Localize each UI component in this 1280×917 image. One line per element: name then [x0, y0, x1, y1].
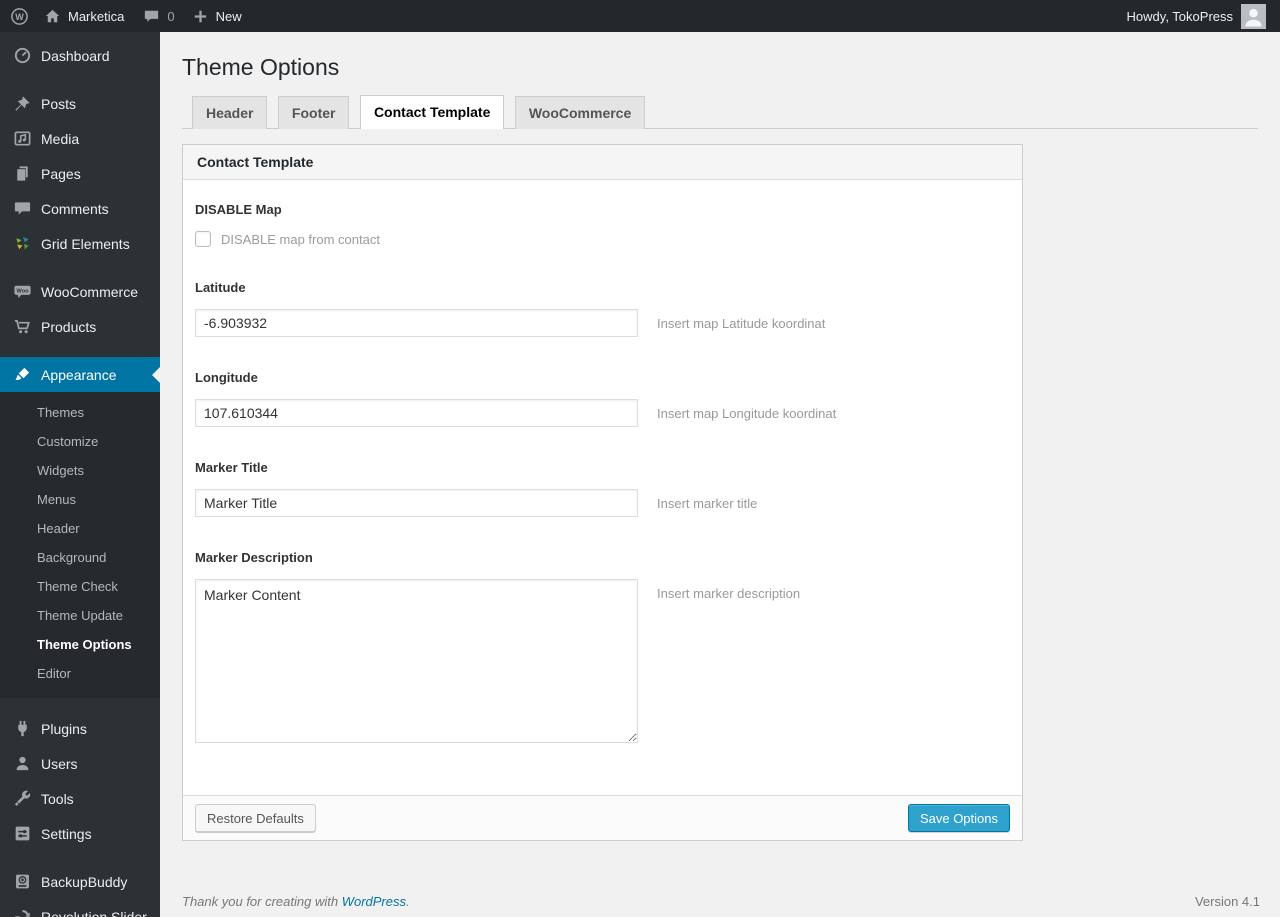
tab-bar: Header Footer Contact Template WooCommer…: [182, 95, 1258, 129]
new-button[interactable]: New: [191, 7, 242, 26]
contact-template-panel: Contact Template DISABLE Map DISABLE map…: [182, 144, 1023, 841]
submenu-item-customize[interactable]: Customize: [0, 427, 160, 456]
submenu-item-editor[interactable]: Editor: [0, 659, 160, 688]
appearance-submenu: Themes Customize Widgets Menus Header Ba…: [0, 392, 160, 698]
appearance-brush-icon: [13, 365, 32, 384]
footer-thanks: Thank you for creating with WordPress.: [182, 894, 410, 909]
site-name: Marketica: [68, 8, 125, 24]
marker-description-description: Insert marker description: [657, 586, 801, 601]
disable-map-checkbox[interactable]: [195, 231, 211, 247]
marker-title-label: Marker Title: [195, 460, 268, 475]
latitude-label: Latitude: [195, 280, 246, 295]
tab-footer[interactable]: Footer: [277, 96, 350, 129]
panel-footer: Restore Defaults Save Options: [183, 795, 1022, 840]
circular-arrows-icon: [13, 907, 32, 917]
sidebar-item-grid-elements[interactable]: Grid Elements: [0, 226, 160, 261]
sidebar-item-dashboard[interactable]: Dashboard: [0, 32, 160, 73]
field-marker-title: Marker Title Insert marker title: [195, 460, 1010, 517]
sidebar-item-users[interactable]: Users: [0, 746, 160, 781]
submenu-item-header[interactable]: Header: [0, 514, 160, 543]
save-options-button[interactable]: Save Options: [907, 804, 1010, 832]
dashboard-icon: [13, 46, 32, 65]
sidebar-item-products[interactable]: Products: [0, 309, 160, 344]
user-icon: [13, 754, 32, 773]
wordpress-logo-icon: W: [10, 7, 29, 26]
sidebar-item-plugins[interactable]: Plugins: [0, 711, 160, 746]
sidebar-item-media[interactable]: Media: [0, 121, 160, 156]
longitude-label: Longitude: [195, 370, 258, 385]
wrench-icon: [13, 789, 32, 808]
latitude-input[interactable]: [195, 309, 638, 337]
svg-text:W: W: [15, 12, 24, 22]
panel-body: DISABLE Map DISABLE map from contact Lat…: [183, 180, 1022, 795]
sidebar-item-tools[interactable]: Tools: [0, 781, 160, 816]
woocommerce-icon: Woo: [13, 282, 32, 301]
disable-map-checkbox-label: DISABLE map from contact: [221, 231, 380, 247]
submenu-item-theme-options[interactable]: Theme Options: [0, 630, 160, 659]
tab-header[interactable]: Header: [192, 96, 268, 129]
admin-sidebar: Dashboard Posts Media Pages Comments Gri…: [0, 32, 160, 917]
plus-icon: [191, 7, 210, 26]
comment-bubble-icon: [142, 7, 161, 26]
svg-text:Woo: Woo: [16, 288, 29, 294]
pushpin-icon: [13, 94, 32, 113]
sliders-icon: [13, 824, 32, 843]
restore-defaults-button[interactable]: Restore Defaults: [195, 804, 316, 832]
field-longitude: Longitude Insert map Longitude koordinat: [195, 370, 1010, 427]
comments-indicator[interactable]: 0: [142, 7, 175, 26]
marker-description-label: Marker Description: [195, 550, 313, 565]
longitude-description: Insert map Longitude koordinat: [657, 406, 837, 421]
sidebar-item-backupbuddy[interactable]: BackupBuddy: [0, 864, 160, 899]
disable-map-label: DISABLE Map: [195, 202, 282, 217]
marker-description-textarea[interactable]: Marker Content: [195, 579, 638, 743]
comments-icon: [13, 199, 32, 218]
version-text: Version 4.1: [1194, 894, 1260, 909]
marker-title-description: Insert marker title: [657, 496, 758, 511]
new-label: New: [215, 8, 242, 24]
disable-map-checkbox-row: DISABLE map from contact: [195, 231, 1010, 247]
howdy-text: Howdy, TokoPress: [1126, 8, 1233, 24]
submenu-item-theme-update[interactable]: Theme Update: [0, 601, 160, 630]
submenu-item-widgets[interactable]: Widgets: [0, 456, 160, 485]
sidebar-item-comments[interactable]: Comments: [0, 191, 160, 226]
grid-elements-icon: [13, 234, 32, 253]
main-content: Theme Options Header Footer Contact Temp…: [160, 32, 1280, 917]
submenu-item-background[interactable]: Background: [0, 543, 160, 572]
sidebar-item-pages[interactable]: Pages: [0, 156, 160, 191]
backup-disk-icon: [13, 872, 32, 891]
field-latitude: Latitude Insert map Latitude koordinat: [195, 280, 1010, 337]
wordpress-link[interactable]: WordPress: [342, 894, 406, 909]
sidebar-item-woocommerce[interactable]: Woo WooCommerce: [0, 274, 160, 309]
latitude-description: Insert map Latitude koordinat: [657, 316, 826, 331]
field-disable-map: DISABLE Map DISABLE map from contact: [195, 202, 1010, 247]
panel-title: Contact Template: [183, 145, 1022, 180]
cart-icon: [13, 317, 32, 336]
site-name-link[interactable]: Marketica: [43, 7, 124, 26]
sidebar-item-settings[interactable]: Settings: [0, 816, 160, 851]
submenu-item-menus[interactable]: Menus: [0, 485, 160, 514]
field-marker-description: Marker Description Marker Content Insert…: [195, 550, 1010, 743]
pages-icon: [13, 164, 32, 183]
sidebar-item-appearance[interactable]: Appearance: [0, 357, 160, 392]
plug-icon: [13, 719, 32, 738]
longitude-input[interactable]: [195, 399, 638, 427]
submenu-item-themes[interactable]: Themes: [0, 398, 160, 427]
wordpress-menu[interactable]: W: [10, 7, 29, 26]
submenu-item-theme-check[interactable]: Theme Check: [0, 572, 160, 601]
sidebar-item-posts[interactable]: Posts: [0, 86, 160, 121]
tab-contact-template[interactable]: Contact Template: [359, 95, 505, 129]
home-icon: [43, 7, 62, 26]
avatar: [1241, 3, 1266, 29]
page-footer: Thank you for creating with WordPress. V…: [182, 894, 1260, 909]
marker-title-input[interactable]: [195, 489, 638, 517]
admin-bar: W Marketica 0 New Howdy, TokoPress: [0, 0, 1280, 32]
comment-count: 0: [167, 8, 175, 24]
tab-woocommerce[interactable]: WooCommerce: [514, 96, 646, 129]
sidebar-item-revolution-slider[interactable]: Revolution Slider: [0, 899, 160, 917]
media-icon: [13, 129, 32, 148]
page-title: Theme Options: [182, 54, 340, 80]
account-menu[interactable]: Howdy, TokoPress: [1126, 3, 1266, 29]
